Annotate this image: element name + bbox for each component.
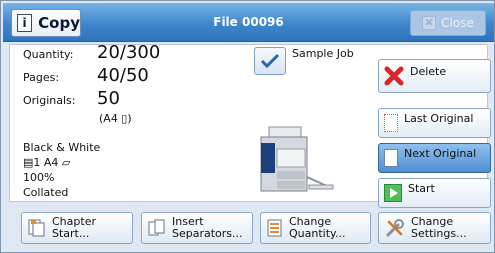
quantity-label: Quantity: <box>23 48 74 61</box>
printer-illustration <box>260 126 334 192</box>
chapter-start-label: Chapter Start... <box>52 215 96 240</box>
next-original-icon <box>384 149 398 167</box>
start-label: Start <box>408 181 435 195</box>
tools-icon <box>386 219 404 237</box>
insert-separators-line2: Separators... <box>172 227 243 240</box>
start-button[interactable]: Start <box>378 178 491 208</box>
sample-job-label: Sample Job <box>292 47 354 60</box>
next-original-button[interactable]: Next Original <box>378 143 491 173</box>
reduce-enlarge: 100% <box>23 171 55 184</box>
change-settings-button[interactable]: Change Settings... <box>378 212 491 244</box>
output-mode: Collated <box>23 186 69 199</box>
color-mode: Black & White <box>23 141 101 154</box>
close-icon: ✖ <box>422 16 437 30</box>
checkmark-icon <box>260 53 280 69</box>
change-quantity-icon <box>267 219 282 237</box>
insert-separators-label: Insert Separators... <box>172 216 243 240</box>
change-quantity-button[interactable]: Change Quantity... <box>260 212 371 244</box>
original-size: (A4 ▯) <box>99 112 132 125</box>
delete-button[interactable]: Delete <box>378 59 491 93</box>
paper-tray: ▤1 A4 ▱ <box>23 156 71 169</box>
close-button[interactable]: ✖ Close <box>410 10 486 36</box>
last-original-button[interactable]: Last Original <box>378 108 491 138</box>
originals-value: 50 <box>97 88 120 109</box>
title-bar: i Copy File 00096 ✖ Close <box>3 3 494 42</box>
change-settings-line2: Settings... <box>411 227 467 240</box>
next-original-label: Next Original <box>404 146 477 160</box>
originals-label: Originals: <box>23 94 76 107</box>
chapter-start-icon <box>28 219 45 237</box>
insert-separators-icon <box>148 219 165 236</box>
close-label: Close <box>441 16 474 30</box>
change-settings-label: Change Settings... <box>411 216 467 240</box>
sample-job-checkbox[interactable] <box>254 47 286 75</box>
delete-label: Delete <box>410 64 447 78</box>
pages-value: 40/50 <box>97 65 149 86</box>
start-icon <box>384 184 402 202</box>
copy-screen: i Copy File 00096 ✖ Close Quantity: 20/3… <box>0 0 495 253</box>
delete-x-icon <box>384 66 404 86</box>
change-quantity-line2: Quantity... <box>289 227 346 240</box>
quantity-value: 20/300 <box>97 42 161 63</box>
last-original-label: Last Original <box>404 111 474 125</box>
insert-separators-button[interactable]: Insert Separators... <box>141 212 253 244</box>
pages-label: Pages: <box>23 71 60 84</box>
last-original-icon <box>384 114 398 132</box>
chapter-start-button[interactable]: Chapter Start... <box>21 212 133 244</box>
change-quantity-label: Change Quantity... <box>289 216 345 240</box>
